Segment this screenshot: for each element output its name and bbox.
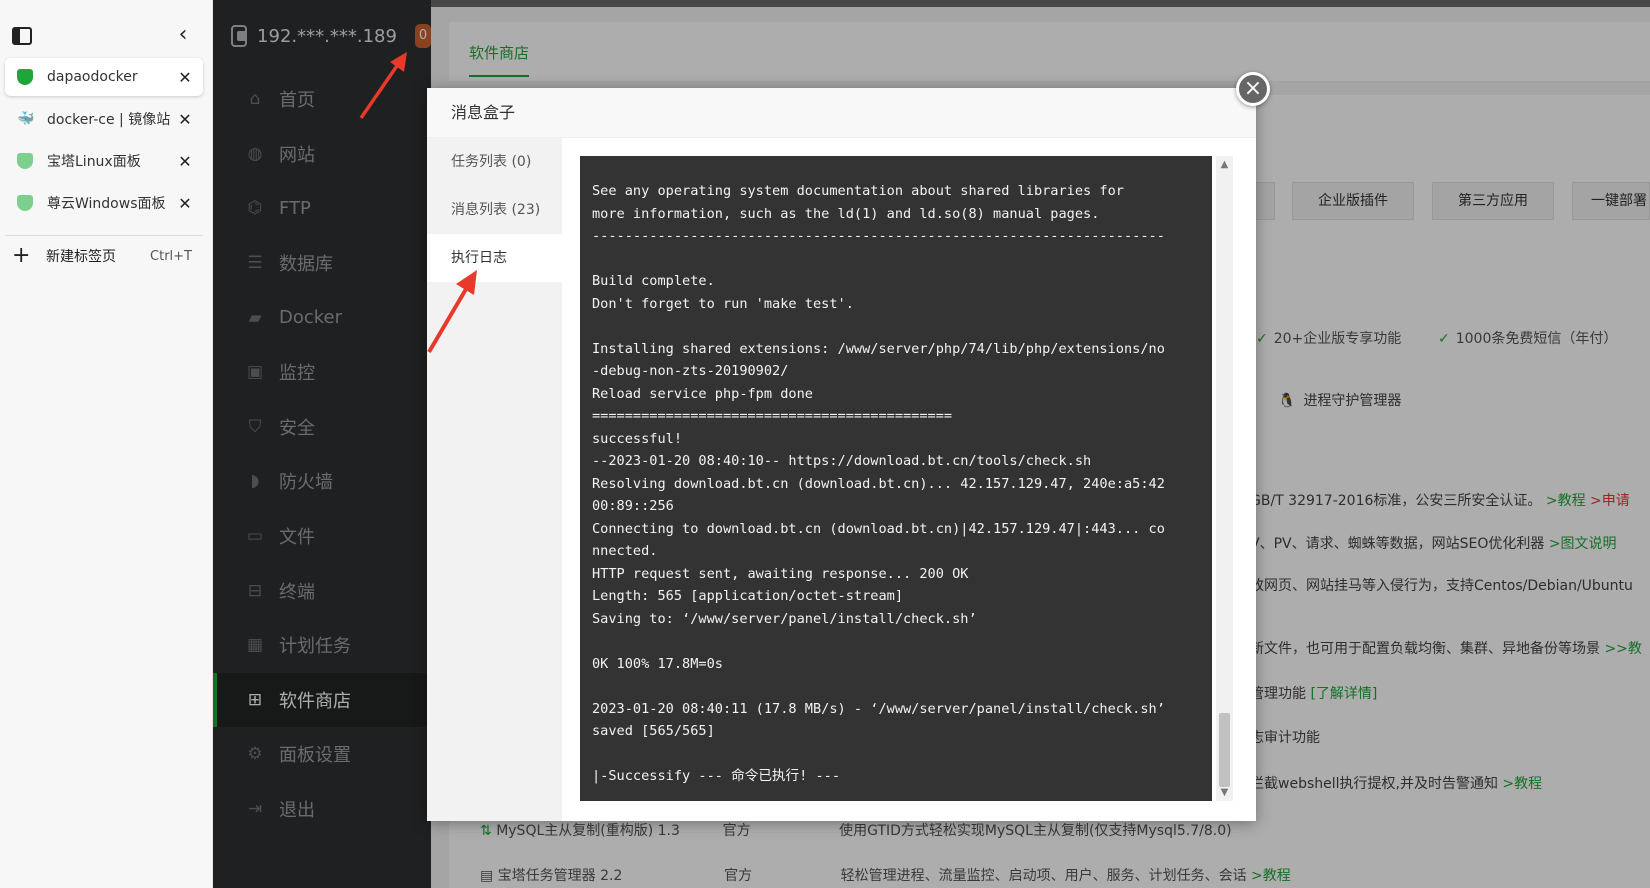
browser-tab-sidebar: ‹ dapaodocker ✕ 🐳 docker-ce | 镜像站 ✕ 宝塔Li… <box>0 0 213 888</box>
browser-tab-docker-ce[interactable]: 🐳 docker-ce | 镜像站 ✕ <box>5 100 203 138</box>
bt-shield-icon <box>17 153 33 169</box>
tab-label: dapaodocker <box>47 69 138 85</box>
browser-tab-bt-linux[interactable]: 宝塔Linux面板 ✕ <box>5 142 203 180</box>
plus-icon: + <box>12 243 31 268</box>
close-icon[interactable]: ✕ <box>173 68 197 87</box>
tab-label: 宝塔Linux面板 <box>47 154 141 170</box>
scroll-up-icon[interactable]: ▲ <box>1216 156 1233 173</box>
bt-shield-icon <box>17 69 33 85</box>
log-scrollbar[interactable]: ▲ ▼ <box>1216 156 1233 801</box>
modal-close-button[interactable]: × <box>1236 72 1270 106</box>
tab-label: 尊云Windows面板 <box>47 196 166 212</box>
message-box-modal: 消息盒子 任务列表 (0) 消息列表 (23) 执行日志 See any ope… <box>427 88 1256 821</box>
browser-tab-dapaodocker[interactable]: dapaodocker ✕ <box>5 58 203 96</box>
new-tab-shortcut: Ctrl+T <box>150 248 192 264</box>
close-icon[interactable]: ✕ <box>173 194 197 213</box>
scroll-thumb[interactable] <box>1219 713 1230 787</box>
new-tab-label: 新建标签页 <box>46 249 116 265</box>
annotation-arrow-icon <box>427 270 477 354</box>
close-icon[interactable]: ✕ <box>173 110 197 129</box>
bt-shield-icon <box>17 195 33 211</box>
browser-tab-zunyun-windows[interactable]: 尊云Windows面板 ✕ <box>5 184 203 222</box>
close-icon[interactable]: ✕ <box>173 152 197 171</box>
sidebar-toggle-icon[interactable] <box>12 27 32 45</box>
modal-title: 消息盒子 <box>427 88 1256 138</box>
docker-icon: 🐳 <box>17 111 35 127</box>
execution-log-output[interactable]: See any operating system documentation a… <box>580 156 1212 801</box>
tab-task-list[interactable]: 任务列表 (0) <box>427 138 562 186</box>
scroll-down-icon[interactable]: ▼ <box>1216 784 1233 801</box>
annotation-arrow-icon <box>359 52 407 119</box>
tab-message-list[interactable]: 消息列表 (23) <box>427 186 562 234</box>
divider <box>5 235 203 236</box>
tab-label: docker-ce | 镜像站 <box>47 112 171 128</box>
chevron-left-icon[interactable]: ‹ <box>172 24 194 46</box>
new-tab-button[interactable]: + 新建标签页 Ctrl+T <box>12 243 202 268</box>
modal-side-nav: 任务列表 (0) 消息列表 (23) 执行日志 <box>427 138 562 821</box>
